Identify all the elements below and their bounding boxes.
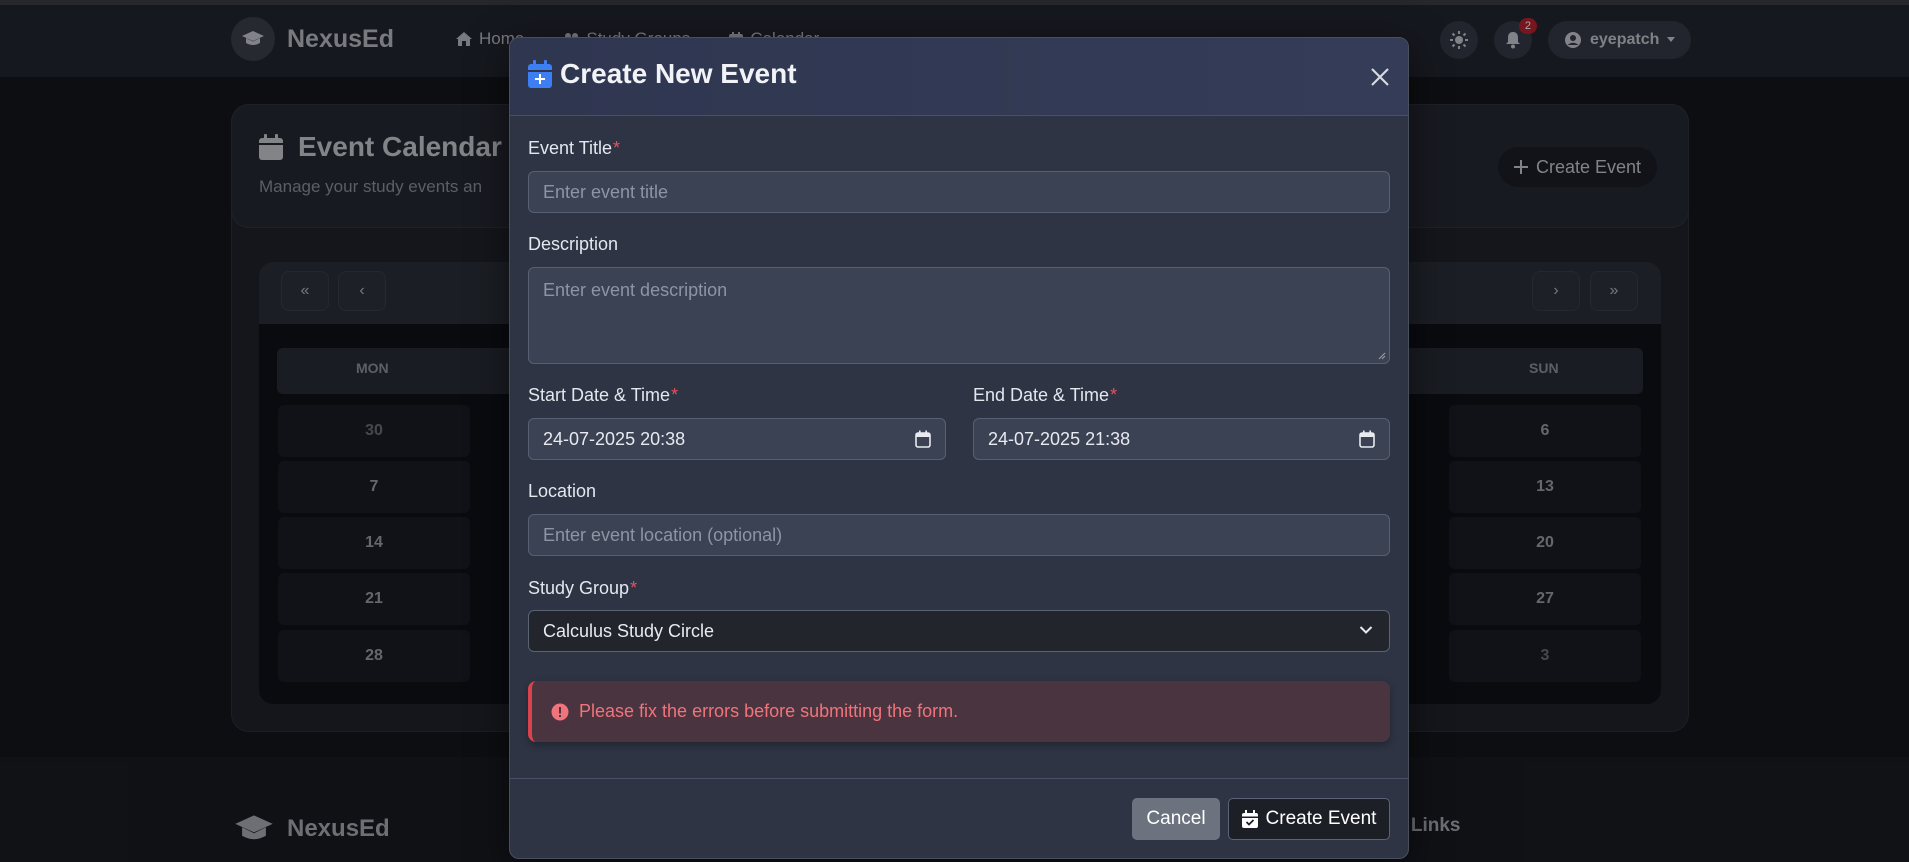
start-datetime-label-text: Start Date & Time <box>528 385 671 405</box>
create-event-modal: Create New Event Event Title* Enter even… <box>509 37 1409 859</box>
required-mark: * <box>1110 385 1118 405</box>
description-textarea[interactable]: Enter event description <box>528 267 1390 364</box>
close-button[interactable] <box>1367 64 1393 90</box>
form-error-text: Please fix the errors before submitting … <box>579 701 959 721</box>
event-title-label: Event Title* <box>528 138 620 159</box>
end-datetime-value: 24-07-2025 21:38 <box>988 428 1131 449</box>
calendar-plus-icon <box>528 60 552 88</box>
description-label: Description <box>528 234 619 254</box>
event-title-input[interactable]: Enter event title <box>528 171 1390 213</box>
location-input[interactable]: Enter event location (optional) <box>528 514 1390 556</box>
form-error-alert: Please fix the errors before submitting … <box>528 681 1390 742</box>
required-mark: * <box>613 138 621 158</box>
calendar-picker-icon[interactable] <box>1359 430 1375 448</box>
event-title-placeholder: Enter event title <box>543 181 669 202</box>
location-placeholder: Enter event location (optional) <box>543 524 783 545</box>
end-datetime-label: End Date & Time* <box>973 385 1117 406</box>
required-mark: * <box>671 385 679 405</box>
start-datetime-input[interactable]: 24-07-2025 20:38 <box>528 418 946 460</box>
end-datetime-input[interactable]: 24-07-2025 21:38 <box>973 418 1390 460</box>
exclamation-circle-icon <box>551 703 569 720</box>
submit-create-event-label: Create Event <box>1265 808 1377 829</box>
close-icon <box>1371 68 1389 86</box>
study-group-label: Study Group* <box>528 578 637 599</box>
start-datetime-value: 24-07-2025 20:38 <box>543 428 686 449</box>
study-group-label-text: Study Group <box>528 578 630 598</box>
resize-handle-icon[interactable] <box>1376 350 1386 360</box>
calendar-picker-icon[interactable] <box>915 430 931 448</box>
end-datetime-label-text: End Date & Time <box>973 385 1110 405</box>
modal-title: Create New Event <box>528 58 797 90</box>
chevron-down-icon <box>1359 626 1373 634</box>
study-group-select[interactable]: Calculus Study Circle <box>528 610 1390 652</box>
required-mark: * <box>630 578 638 598</box>
description-placeholder: Enter event description <box>543 280 728 300</box>
modal-title-text: Create New Event <box>560 58 797 89</box>
cancel-button[interactable]: Cancel <box>1132 798 1220 840</box>
location-label: Location <box>528 481 597 501</box>
event-title-label-text: Event Title <box>528 138 613 158</box>
start-datetime-label: Start Date & Time* <box>528 385 678 406</box>
calendar-check-icon <box>1241 810 1258 828</box>
study-group-value: Calculus Study Circle <box>543 620 715 641</box>
submit-create-event-button[interactable]: Create Event <box>1228 798 1390 840</box>
